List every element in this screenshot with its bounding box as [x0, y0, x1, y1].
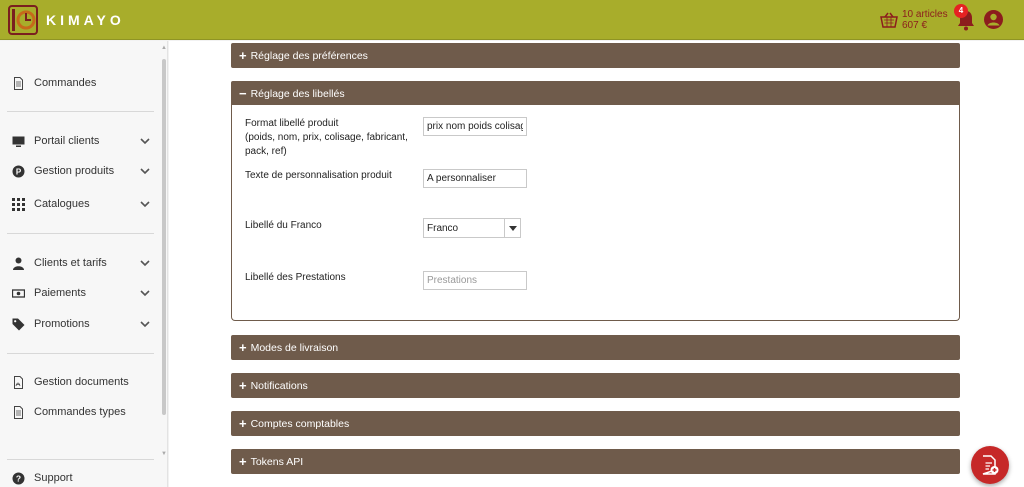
chevron-down-icon — [140, 260, 150, 267]
add-document-icon — [982, 455, 999, 475]
plus-icon: + — [239, 47, 247, 63]
sidebar-item-label: Gestion produits — [34, 165, 115, 177]
format-label-line: pack, ref) — [245, 146, 287, 157]
person-icon — [13, 257, 24, 270]
sidebar-divider — [7, 233, 154, 234]
sidebar-divider — [7, 353, 154, 354]
logo-text: KIMAYO — [46, 12, 125, 28]
grid-icon — [12, 197, 25, 211]
plus-icon: + — [239, 453, 247, 469]
pdf-file-icon — [14, 375, 23, 389]
section-preferences-header[interactable]: + Réglage des préférences — [231, 43, 960, 68]
sidebar-item-label: Gestion documents — [34, 376, 129, 388]
chevron-down-icon — [140, 321, 150, 328]
chevron-down-icon — [140, 201, 150, 208]
dropdown-arrow-icon — [504, 219, 520, 237]
sidebar-item-label: Commandes — [34, 77, 97, 89]
plus-icon: + — [239, 377, 247, 393]
monitor-icon — [12, 136, 25, 147]
sidebar-scrollbar[interactable] — [162, 59, 166, 415]
format-label: Format libellé produit (poids, nom, prix… — [245, 117, 408, 159]
section-labels-header[interactable]: − Réglage des libellés — [231, 81, 960, 106]
top-bar: KIMAYO 10 articles 607 € 4 — [0, 0, 1024, 40]
sidebar-item-promotions[interactable]: Promotions — [0, 312, 158, 336]
chevron-down-icon — [140, 290, 150, 297]
section-delivery-header[interactable]: + Modes de livraison — [231, 335, 960, 360]
money-icon — [12, 288, 25, 298]
sidebar-item-label: Clients et tarifs — [34, 257, 107, 269]
tag-icon — [12, 318, 25, 330]
document-icon — [14, 405, 23, 419]
cart-summary[interactable]: 10 articles 607 € — [880, 9, 948, 31]
logo-icon — [8, 5, 38, 35]
sidebar-item-label: Catalogues — [34, 198, 90, 210]
chevron-down-icon — [140, 138, 150, 145]
franco-select-value: Franco — [427, 222, 459, 234]
document-icon — [14, 76, 23, 90]
custom-text-label: Texte de personnalisation produit — [245, 170, 392, 181]
svg-text:?: ? — [16, 473, 21, 483]
section-title: Modes de livraison — [250, 341, 339, 354]
franco-label: Libellé du Franco — [245, 220, 322, 231]
main-content: + Réglage des préférences − Réglage des … — [169, 41, 1024, 487]
question-icon: ? — [12, 472, 25, 484]
sidebar-item-label: Commandes types — [34, 406, 126, 418]
p-badge-icon: P — [12, 165, 25, 177]
custom-text-input[interactable] — [423, 169, 527, 188]
sidebar-item-label: Promotions — [34, 318, 90, 330]
sidebar-item-gestion-documents[interactable]: Gestion documents — [0, 370, 158, 394]
user-avatar-icon[interactable] — [984, 10, 1003, 29]
cart-total: 607 € — [902, 20, 928, 31]
sidebar-item-label: Support — [34, 472, 73, 484]
scroll-down-icon[interactable]: ▼ — [161, 451, 167, 457]
section-tokens-header[interactable]: + Tokens API — [231, 449, 960, 474]
format-label-line: Format libellé produit — [245, 118, 339, 129]
franco-select[interactable]: Franco — [423, 218, 521, 238]
prestations-label: Libellé des Prestations — [245, 272, 346, 283]
minus-icon: − — [239, 85, 247, 101]
format-label-line: (poids, nom, prix, colisage, fabricant, — [245, 132, 408, 143]
sidebar-item-support[interactable]: ? Support — [0, 466, 158, 487]
cart-count: 10 articles — [902, 9, 948, 20]
svg-text:P: P — [16, 167, 22, 176]
sidebar: ▲ ▼ Commandes Portail clients P Gestion … — [0, 41, 168, 487]
prestations-input[interactable] — [423, 271, 527, 290]
sidebar-divider — [7, 111, 154, 112]
scroll-up-icon[interactable]: ▲ — [161, 45, 167, 51]
section-title: Comptes comptables — [250, 417, 350, 430]
section-title: Réglage des libellés — [250, 87, 345, 100]
section-notifications-header[interactable]: + Notifications — [231, 373, 960, 398]
sidebar-item-portail-clients[interactable]: Portail clients — [0, 129, 158, 153]
section-title: Tokens API — [250, 455, 304, 468]
section-title: Réglage des préférences — [250, 49, 368, 62]
plus-icon: + — [239, 339, 247, 355]
sidebar-item-gestion-produits[interactable]: P Gestion produits — [0, 159, 158, 183]
basket-icon — [880, 12, 898, 28]
sidebar-item-label: Paiements — [34, 287, 86, 299]
sidebar-item-label: Portail clients — [34, 135, 100, 147]
logo[interactable]: KIMAYO — [8, 5, 125, 35]
new-document-button[interactable] — [971, 446, 1009, 484]
sidebar-item-catalogues[interactable]: Catalogues — [0, 192, 158, 216]
sidebar-divider — [7, 459, 154, 460]
notification-badge: 4 — [954, 4, 968, 18]
sidebar-item-paiements[interactable]: Paiements — [0, 281, 158, 305]
section-title: Notifications — [250, 379, 308, 392]
sidebar-item-commandes[interactable]: Commandes — [0, 71, 158, 95]
plus-icon: + — [239, 415, 247, 431]
chevron-down-icon — [140, 168, 150, 175]
format-input[interactable] — [423, 117, 527, 136]
sidebar-item-clients-tarifs[interactable]: Clients et tarifs — [0, 251, 158, 275]
sidebar-item-commandes-types[interactable]: Commandes types — [0, 400, 158, 424]
section-accounts-header[interactable]: + Comptes comptables — [231, 411, 960, 436]
